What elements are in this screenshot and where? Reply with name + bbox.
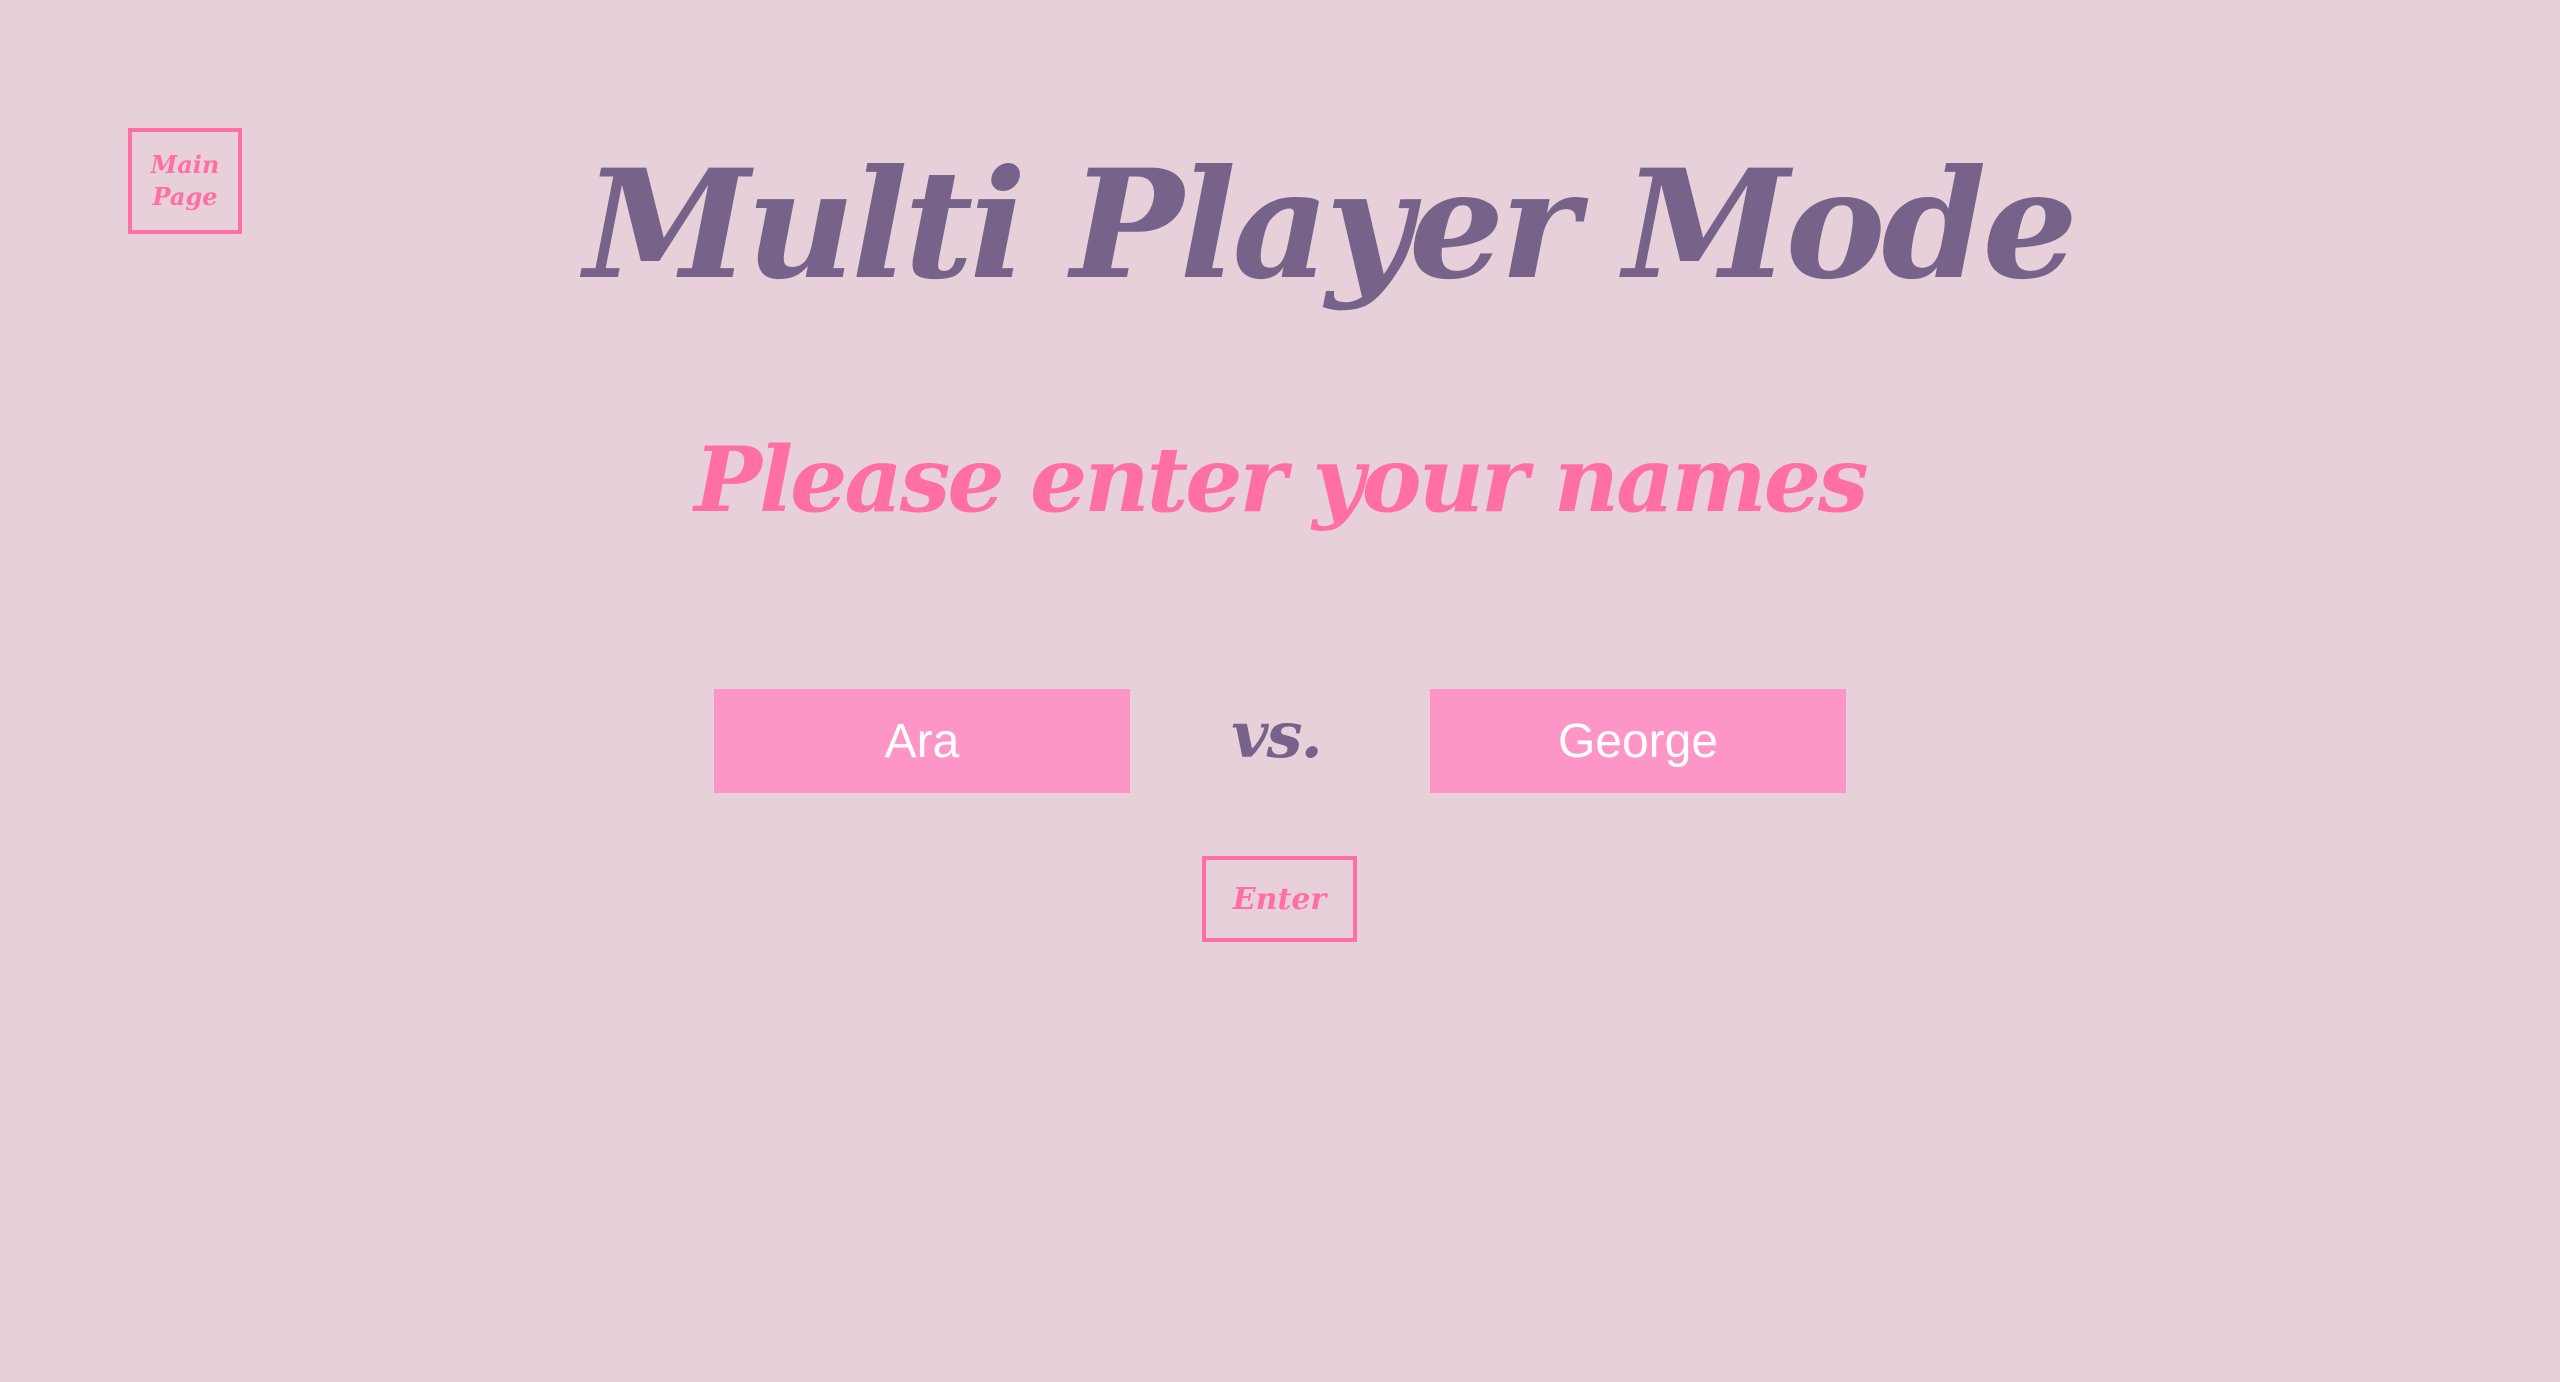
- enter-button[interactable]: Enter: [1202, 856, 1357, 942]
- page-subtitle: Please enter your names: [694, 427, 1868, 533]
- page-title: Multi Player Mode: [584, 137, 2078, 313]
- player-one-name-input[interactable]: [714, 689, 1130, 793]
- player-two-name-input[interactable]: [1430, 689, 1846, 793]
- page: { "nav": { "main_page_label": "Main Page…: [0, 0, 2560, 1382]
- versus-label: vs.: [1231, 698, 1323, 773]
